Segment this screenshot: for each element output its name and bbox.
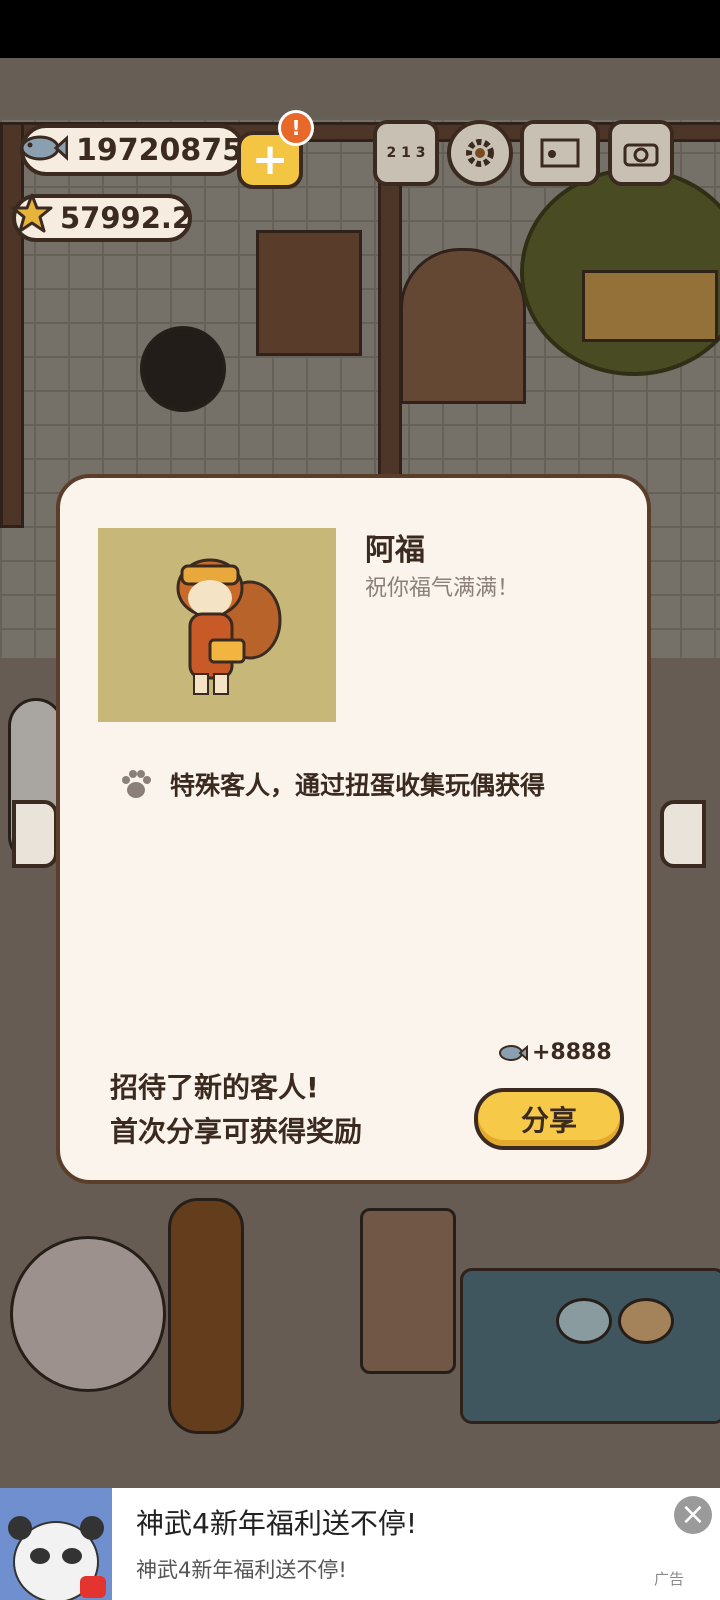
guest-name: 阿福: [365, 533, 425, 568]
fish-count: 19720875: [76, 132, 243, 168]
guest-description-row: 特殊客人，通过扭蛋收集玩偶获得: [118, 766, 545, 802]
fish-icon: [499, 1044, 528, 1061]
share-message-line1: 招待了新的客人!: [110, 1071, 319, 1104]
ad-thumbnail[interactable]: [0, 1488, 112, 1600]
share-message-line2: 首次分享可获得奖励: [110, 1115, 363, 1148]
squirrel-character-image: [176, 558, 282, 695]
fish-icon: [20, 135, 68, 161]
ad-banner[interactable]: 神武4新年福利送不停! 神武4新年福利送不停! × 广告: [0, 1488, 720, 1600]
panda-character-image: [8, 1516, 106, 1600]
new-guest-card: 阿福 祝你福气满满！ 特殊客人，通过扭蛋收集玩偶获得 招待了新的客人! 首次分享…: [56, 474, 651, 1184]
guest-portrait: [98, 528, 336, 722]
prev-arrow[interactable]: [12, 800, 58, 868]
ad-close-button[interactable]: ×: [674, 1496, 712, 1534]
guestbook-icon[interactable]: [520, 120, 600, 186]
next-arrow[interactable]: [660, 800, 706, 868]
ad-title[interactable]: 神武4新年福利送不停!: [136, 1502, 417, 1542]
camera-glyph-icon: [623, 143, 659, 167]
star-count: 57992.2: [60, 201, 193, 235]
star-icon: [11, 193, 53, 233]
gear-icon: [466, 139, 494, 167]
ad-tag: 广告: [654, 1570, 685, 1588]
settings-icon[interactable]: [447, 120, 513, 186]
alert-badge: !: [278, 110, 314, 146]
share-reward: +8888: [498, 1040, 612, 1065]
share-button[interactable]: 分享: [474, 1088, 624, 1150]
status-bar: [0, 0, 720, 58]
paw-book-icon: [540, 138, 580, 168]
share-message: 招待了新的客人! 首次分享可获得奖励: [110, 1066, 362, 1154]
ranking-icon[interactable]: 2 1 3: [373, 120, 439, 186]
reward-amount: +8888: [532, 1040, 612, 1065]
guest-description: 特殊客人，通过扭蛋收集玩偶获得: [170, 771, 546, 800]
ad-subtitle[interactable]: 神武4新年福利送不停!: [136, 1554, 347, 1584]
paw-icon: [122, 770, 151, 798]
ranking-numbers: 2 1 3: [386, 145, 426, 161]
guest-greeting: 祝你福气满满！: [365, 576, 520, 601]
camera-icon[interactable]: [608, 120, 674, 186]
